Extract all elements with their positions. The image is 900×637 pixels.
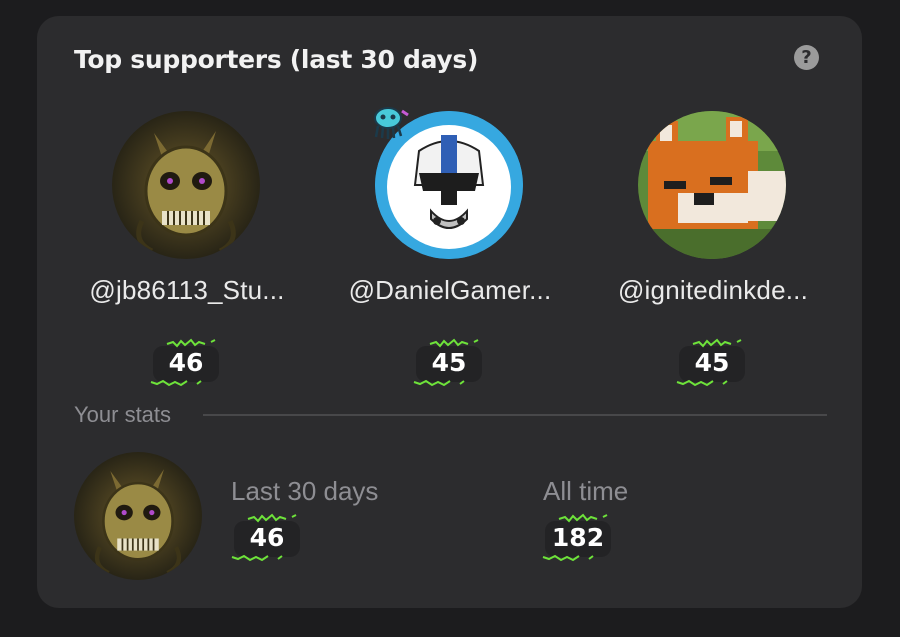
help-icon[interactable]: ? (794, 45, 819, 70)
your-stats-label: Your stats (74, 402, 172, 427)
support-count: 46 (168, 348, 204, 377)
supporter-item-3[interactable]: @ignitedinkde... 45 (588, 111, 838, 387)
minecraft-fox-avatar (638, 111, 786, 259)
my-avatar (74, 452, 202, 580)
springtrap-avatar (112, 111, 260, 259)
all-time-label: All time (543, 476, 629, 506)
support-count-badge: 45 (410, 336, 490, 390)
supporter-item-1[interactable]: @jb86113_Stu... 46 (62, 111, 312, 387)
support-count-badge: 46 (147, 336, 227, 390)
last-30-days-badge: 46 (228, 511, 308, 565)
supporter-handle: @ignitedinkde... (617, 275, 809, 305)
supporter-item-2[interactable]: @DanielGamer... 45 (325, 107, 575, 387)
all-time-badge: 182 (539, 511, 619, 565)
all-time-value: 182 (551, 523, 605, 552)
supporter-handle: @DanielGamer... (348, 275, 552, 305)
support-count-badge: 45 (673, 336, 753, 390)
support-count: 45 (694, 348, 730, 377)
card-title: Top supporters (last 30 days) (74, 45, 479, 74)
section-divider (203, 414, 827, 416)
support-count: 45 (431, 348, 467, 377)
supporter-handle: @jb86113_Stu... (89, 275, 285, 305)
octopus-sticker-icon (374, 107, 409, 139)
last-30-days-value: 46 (249, 523, 285, 552)
last-30-days-label: Last 30 days (231, 476, 379, 506)
top-supporters-card: Top supporters (last 30 days) ? @jb86113… (37, 16, 862, 608)
